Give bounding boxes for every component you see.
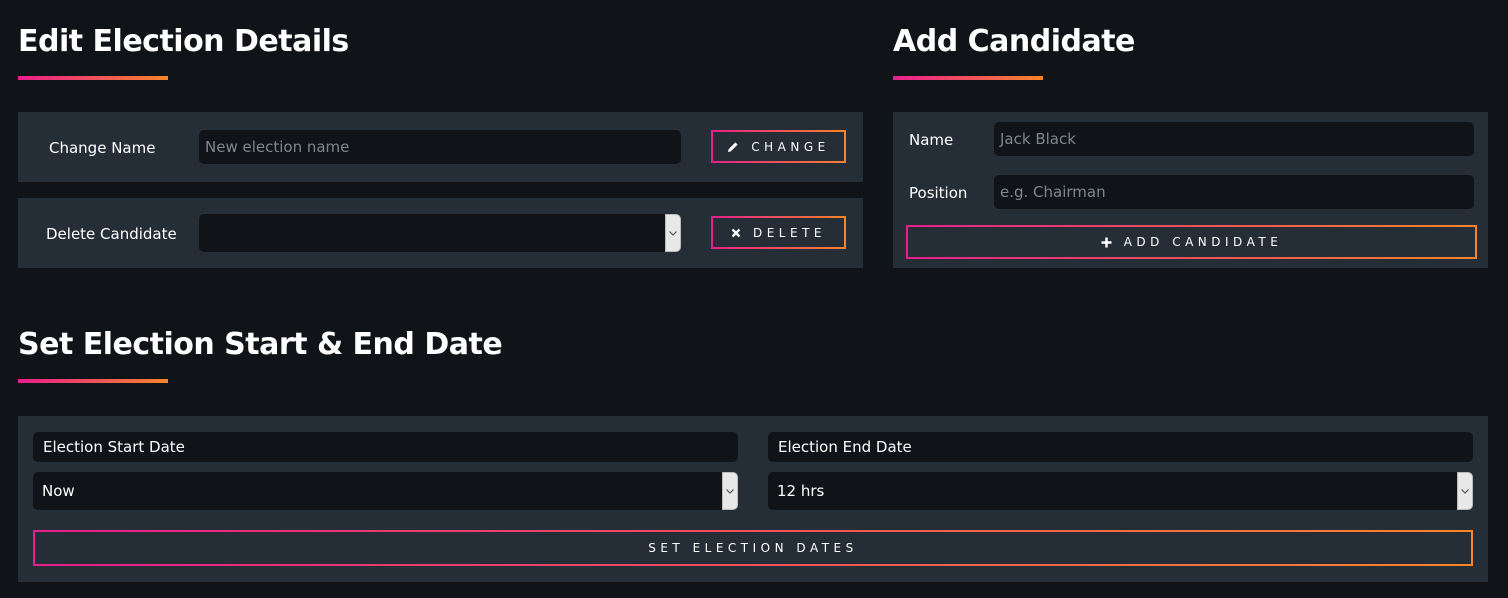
plus-icon bbox=[1101, 237, 1112, 248]
delete-candidate-panel: Delete Candidate DELETE bbox=[18, 198, 863, 268]
add-candidate-title: Add Candidate bbox=[893, 24, 1135, 59]
end-date-selected: 12 hrs bbox=[777, 482, 825, 500]
start-date-label: Election Start Date bbox=[33, 432, 738, 462]
delete-candidate-label: Delete Candidate bbox=[46, 225, 177, 243]
change-name-label: Change Name bbox=[49, 139, 156, 157]
change-button[interactable]: CHANGE bbox=[711, 130, 846, 163]
add-candidate-button-label: ADD CANDIDATE bbox=[1123, 235, 1283, 249]
add-candidate-panel: Name Jack Black Position e.g. Chairman A… bbox=[893, 112, 1488, 268]
end-date-label: Election End Date bbox=[768, 432, 1473, 462]
start-date-selected: Now bbox=[42, 482, 75, 500]
election-dates-title: Set Election Start & End Date bbox=[18, 327, 503, 362]
candidate-position-label: Position bbox=[909, 184, 968, 202]
delete-candidate-select[interactable] bbox=[199, 214, 681, 252]
delete-button-label: DELETE bbox=[752, 225, 826, 240]
end-date-select[interactable]: 12 hrs bbox=[768, 472, 1473, 510]
chevron-down-icon[interactable] bbox=[1457, 472, 1473, 510]
set-election-dates-label: SET ELECTION DATES bbox=[648, 541, 858, 555]
chevron-down-icon[interactable] bbox=[665, 214, 681, 252]
election-dates-underline bbox=[18, 379, 168, 383]
add-candidate-button[interactable]: ADD CANDIDATE bbox=[906, 225, 1477, 259]
change-button-label: CHANGE bbox=[751, 139, 830, 154]
candidate-name-label: Name bbox=[909, 131, 954, 149]
edit-election-title: Edit Election Details bbox=[18, 24, 349, 59]
edit-election-underline bbox=[18, 76, 168, 80]
chevron-down-icon[interactable] bbox=[722, 472, 738, 510]
pencil-icon bbox=[727, 141, 739, 153]
set-election-dates-button[interactable]: SET ELECTION DATES bbox=[33, 530, 1473, 566]
add-candidate-underline bbox=[893, 76, 1043, 80]
change-name-input[interactable]: New election name bbox=[199, 130, 681, 164]
candidate-name-input[interactable]: Jack Black bbox=[994, 122, 1474, 156]
change-name-panel: Change Name New election name CHANGE bbox=[18, 112, 863, 182]
close-icon bbox=[731, 228, 741, 238]
candidate-position-input[interactable]: e.g. Chairman bbox=[994, 175, 1474, 209]
start-date-select[interactable]: Now bbox=[33, 472, 738, 510]
delete-button[interactable]: DELETE bbox=[711, 216, 846, 249]
election-dates-panel: Election Start Date Election End Date No… bbox=[18, 416, 1488, 582]
